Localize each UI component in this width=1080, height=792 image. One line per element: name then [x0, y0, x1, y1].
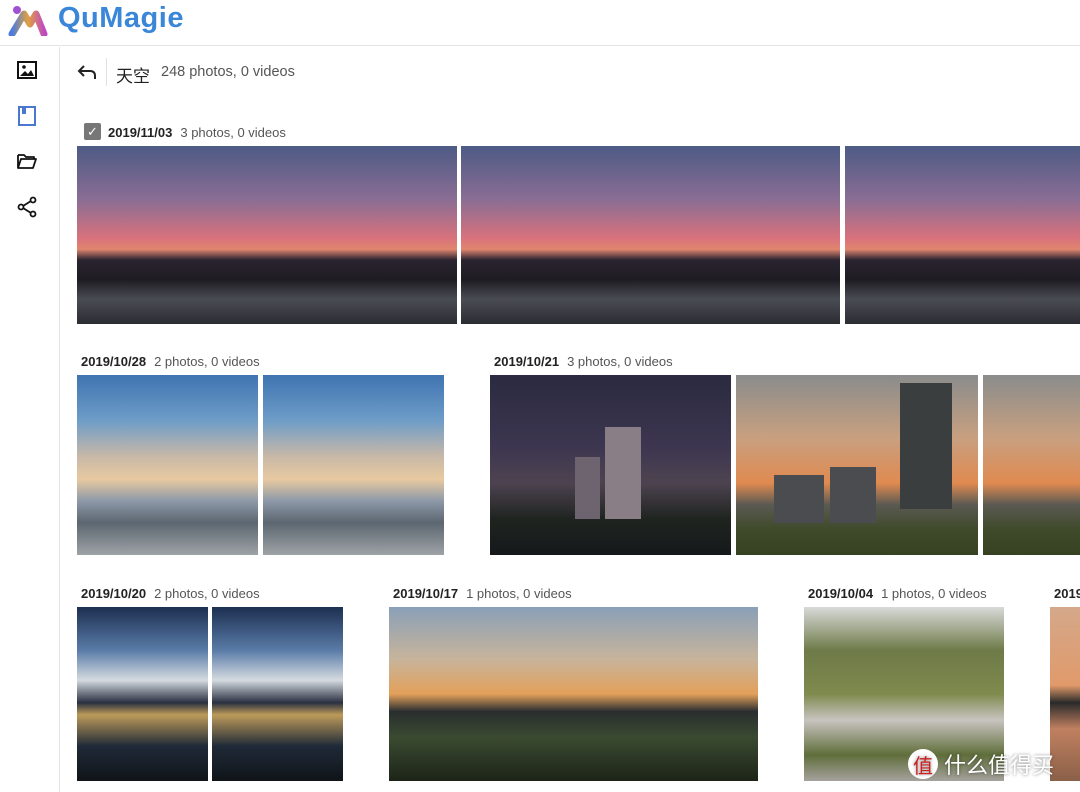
photo-thumbnail[interactable] [461, 146, 840, 324]
folder-icon[interactable] [16, 150, 38, 172]
photo-thumbnail[interactable] [263, 375, 444, 555]
photo-thumbnail[interactable] [736, 375, 978, 555]
album-title: 天空 [116, 67, 150, 86]
app-name: QuMagie [58, 2, 184, 34]
group-count: 1 photos, 0 videos [881, 586, 987, 601]
group-label: 2019/10/17 1 photos, 0 videos [393, 586, 572, 601]
divider [106, 58, 107, 86]
group-label: 2019 [1054, 586, 1080, 601]
back-arrow-icon[interactable] [76, 60, 98, 84]
photo-thumbnail[interactable] [490, 375, 731, 555]
group-label: 2019/11/03 3 photos, 0 videos [108, 125, 286, 140]
photo-thumbnail[interactable] [77, 607, 208, 781]
group-label: 2019/10/28 2 photos, 0 videos [81, 354, 260, 369]
group-date: 2019/11/03 [108, 125, 173, 140]
group-date: 2019/10/17 [393, 586, 459, 601]
sidebar [0, 47, 60, 792]
group-date: 2019/10/04 [808, 586, 874, 601]
group-label: 2019/10/04 1 photos, 0 videos [808, 586, 987, 601]
app-header: QuMagie [0, 0, 1080, 46]
photo-thumbnail[interactable] [983, 375, 1080, 555]
group-count: 3 photos, 0 videos [567, 354, 673, 369]
group-date: 2019/10/21 [494, 354, 560, 369]
album-icon[interactable] [16, 105, 38, 127]
photo-thumbnail[interactable] [845, 146, 1080, 324]
group-date: 2019 [1054, 586, 1080, 601]
group-count: 1 photos, 0 videos [466, 586, 572, 601]
watermark: 值什么值得买 [908, 748, 1054, 780]
watermark-badge: 值 [908, 749, 938, 779]
photo-thumbnail[interactable] [1050, 607, 1080, 781]
photo-thumbnail[interactable] [389, 607, 758, 781]
image-icon[interactable] [16, 59, 38, 81]
group-count: 3 photos, 0 videos [180, 125, 286, 140]
watermark-text: 什么值得买 [944, 753, 1055, 778]
qumagie-logo-icon [8, 6, 48, 36]
album-count: 248 photos, 0 videos [161, 64, 295, 80]
share-icon[interactable] [16, 196, 38, 218]
group-count: 2 photos, 0 videos [154, 354, 260, 369]
group-label: 2019/10/20 2 photos, 0 videos [81, 586, 260, 601]
group-date: 2019/10/20 [81, 586, 147, 601]
group-select-checkbox[interactable]: ✓ [84, 123, 101, 140]
group-count: 2 photos, 0 videos [154, 586, 260, 601]
group-date: 2019/10/28 [81, 354, 147, 369]
photo-thumbnail[interactable] [77, 146, 457, 324]
group-label: 2019/10/21 3 photos, 0 videos [494, 354, 673, 369]
photo-thumbnail[interactable] [212, 607, 343, 781]
photo-thumbnail[interactable] [77, 375, 258, 555]
